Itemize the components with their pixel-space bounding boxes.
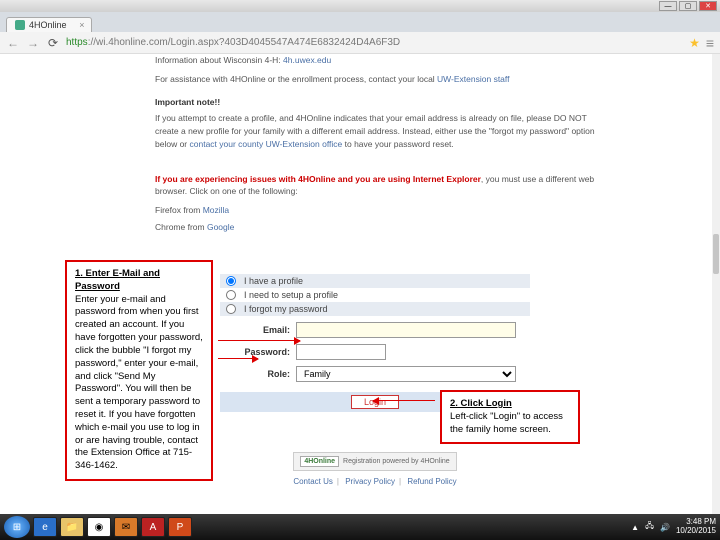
minimize-button[interactable]: —	[659, 1, 677, 11]
address-bar: ← → ⟳ https://wi.4honline.com/Login.aspx…	[0, 32, 720, 54]
tab-close-icon[interactable]: ×	[79, 20, 84, 30]
link-uw-extension-staff[interactable]: UW-Extension staff	[437, 74, 509, 84]
taskbar-explorer-icon[interactable]: 📁	[60, 517, 84, 537]
scrollbar-thumb[interactable]	[713, 234, 719, 274]
info-text: Information about Wisconsin 4-H: 4h.uwex…	[155, 54, 595, 234]
taskbar-powerpoint-icon[interactable]: P	[168, 517, 192, 537]
tray-flag-icon[interactable]: ▲	[631, 523, 639, 532]
system-tray[interactable]: ▲ 🖧 🔊 3:48 PM 10/20/2015	[631, 518, 716, 536]
link-4h-uwex[interactable]: 4h.uwex.edu	[283, 55, 331, 65]
password-input[interactable]	[296, 344, 386, 360]
link-contact-us[interactable]: Contact Us	[293, 477, 333, 486]
back-button[interactable]: ←	[6, 36, 20, 50]
link-mozilla[interactable]: Mozilla	[203, 205, 229, 215]
callout-click-login: 2. Click Login Left-click "Login" to acc…	[440, 390, 580, 444]
ie-warning: If you are experiencing issues with 4HOn…	[155, 174, 481, 184]
reload-button[interactable]: ⟳	[46, 36, 60, 50]
role-label: Role:	[220, 369, 296, 379]
taskbar-ie-icon[interactable]: e	[33, 517, 57, 537]
forward-button[interactable]: →	[26, 36, 40, 50]
radio-have-profile[interactable]: I have a profile	[220, 274, 530, 288]
email-label: Email:	[220, 325, 296, 335]
registration-badge: 4HOnline Registration powered by 4HOnlin…	[293, 452, 456, 471]
arrow-to-email	[218, 340, 300, 341]
radio-setup-profile[interactable]: I need to setup a profile	[220, 288, 530, 302]
bookmark-icon[interactable]: ★	[689, 36, 700, 50]
tray-network-icon[interactable]: 🖧	[645, 520, 654, 534]
browser-tab[interactable]: 4HOnline ×	[6, 17, 92, 32]
window-chrome: — ▢ ✕	[0, 0, 720, 12]
link-privacy[interactable]: Privacy Policy	[345, 477, 395, 486]
page-footer: 4HOnline Registration powered by 4HOnlin…	[155, 452, 595, 486]
email-input[interactable]	[296, 322, 516, 338]
url-field[interactable]: https://wi.4honline.com/Login.aspx?403D4…	[66, 37, 683, 48]
tray-volume-icon[interactable]: 🔊	[660, 523, 670, 532]
important-note-header: Important note!!	[155, 96, 595, 109]
arrow-to-password	[218, 358, 258, 359]
taskbar-chrome-icon[interactable]: ◉	[87, 517, 111, 537]
menu-icon[interactable]: ≡	[706, 35, 714, 51]
taskbar-outlook-icon[interactable]: ✉	[114, 517, 138, 537]
link-county-office[interactable]: contact your county UW-Extension office	[190, 139, 343, 149]
taskbar: ⊞ e 📁 ◉ ✉ A P ▲ 🖧 🔊 3:48 PM 10/20/2015	[0, 514, 720, 540]
link-refund[interactable]: Refund Policy	[407, 477, 456, 486]
browser-tab-bar: 4HOnline ×	[0, 12, 720, 32]
link-google[interactable]: Google	[207, 222, 234, 232]
clock[interactable]: 3:48 PM 10/20/2015	[676, 518, 716, 536]
vertical-scrollbar[interactable]	[712, 54, 720, 514]
radio-forgot-password[interactable]: I forgot my password	[220, 302, 530, 316]
callout-enter-email: 1. Enter E-Mail and Password Enter your …	[65, 260, 213, 481]
taskbar-pdf-icon[interactable]: A	[141, 517, 165, 537]
maximize-button[interactable]: ▢	[679, 1, 697, 11]
role-select[interactable]: Family	[296, 366, 516, 382]
favicon-icon	[15, 20, 25, 30]
start-button[interactable]: ⊞	[4, 516, 30, 538]
arrow-to-login	[373, 400, 435, 401]
close-button[interactable]: ✕	[699, 1, 717, 11]
tab-title: 4HOnline	[29, 20, 67, 30]
